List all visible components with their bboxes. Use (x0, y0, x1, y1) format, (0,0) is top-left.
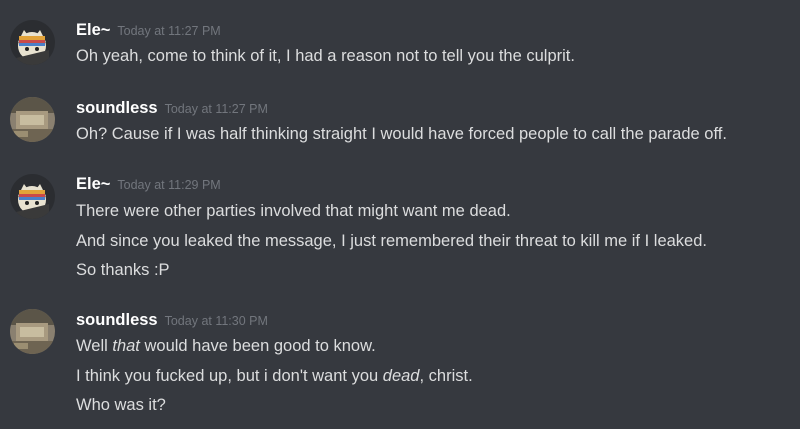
username[interactable]: soundless (76, 99, 158, 117)
message-text: Oh? Cause if I was half thinking straigh… (76, 125, 727, 143)
text-segment: , christ. (419, 367, 473, 385)
timestamp: Today at 11:27 PM (164, 102, 268, 116)
message-text: And since you leaked the message, I just… (76, 232, 707, 250)
username[interactable]: soundless (76, 311, 158, 329)
text-segment: Who was it? (76, 396, 166, 414)
message-text: I think you fucked up, but i don't want … (76, 365, 473, 387)
message-text: Well that would have been good to know. (76, 335, 376, 357)
message-header: Ele~ Today at 11:27 PM (76, 19, 221, 41)
soundless-avatar-icon[interactable] (10, 309, 55, 354)
text-segment: I think you fucked up, but i don't want … (76, 367, 383, 385)
soundless-avatar-icon[interactable] (10, 97, 55, 142)
message-header: Ele~ Today at 11:29 PM (76, 173, 221, 195)
italic-text: dead (382, 367, 420, 385)
italic-text: that (112, 337, 140, 355)
timestamp: Today at 11:27 PM (117, 24, 221, 38)
message-group: Ele~ Today at 11:29 PM There were other p… (0, 160, 800, 295)
message-header: soundless Today at 11:27 PM (76, 97, 268, 119)
message-group: Ele~ Today at 11:27 PM Oh yeah, come to t… (0, 0, 800, 80)
message-text: Oh yeah, come to think of it, I had a re… (76, 47, 575, 65)
message-header: soundless Today at 11:30 PM (76, 309, 268, 331)
message-text: So thanks :P (76, 261, 170, 279)
message-text: Who was it? (76, 394, 166, 416)
message-group: soundless Today at 11:30 PM Well that wou… (0, 295, 800, 429)
timestamp: Today at 11:30 PM (164, 314, 268, 328)
ele-avatar-icon[interactable] (10, 174, 55, 219)
username[interactable]: Ele~ (76, 21, 110, 39)
username[interactable]: Ele~ (76, 175, 110, 193)
text-segment: would have been good to know. (139, 337, 376, 355)
message-group: soundless Today at 11:27 PM Oh? Cause if … (0, 80, 800, 160)
ele-avatar-icon[interactable] (10, 20, 55, 65)
text-segment: Well (76, 337, 113, 355)
message-text: There were other parties involved that m… (76, 202, 511, 220)
timestamp: Today at 11:29 PM (117, 178, 221, 192)
